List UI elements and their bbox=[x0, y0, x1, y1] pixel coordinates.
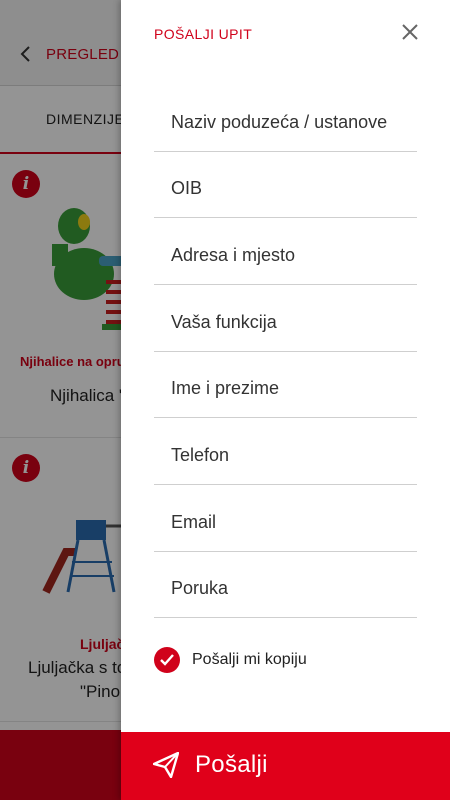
drawer-title: POŠALJI UPIT bbox=[154, 26, 253, 42]
full-name-field[interactable]: Ime i prezime bbox=[154, 352, 417, 418]
field-placeholder: Poruka bbox=[171, 578, 229, 598]
check-icon bbox=[160, 654, 174, 666]
oib-field[interactable]: OIB bbox=[154, 152, 417, 218]
address-field[interactable]: Adresa i mjesto bbox=[154, 219, 417, 285]
field-placeholder: OIB bbox=[171, 178, 203, 198]
paper-plane-icon bbox=[153, 752, 179, 778]
inquiry-drawer: POŠALJI UPIT Naziv poduzeća / ustanove O… bbox=[121, 0, 450, 800]
field-placeholder: Email bbox=[171, 512, 217, 532]
company-name-field[interactable]: Naziv poduzeća / ustanove bbox=[154, 86, 417, 152]
send-copy-checkbox-row[interactable]: Pošalji mi kopiju bbox=[154, 647, 307, 673]
email-field[interactable]: Email bbox=[154, 486, 417, 552]
send-button[interactable]: Pošalji bbox=[121, 732, 450, 800]
field-placeholder: Naziv poduzeća / ustanove bbox=[171, 112, 388, 132]
send-button-label: Pošalji bbox=[195, 751, 268, 778]
field-placeholder: Ime i prezime bbox=[171, 378, 280, 398]
close-icon[interactable] bbox=[400, 22, 420, 42]
send-copy-checkbox[interactable] bbox=[154, 647, 180, 673]
send-copy-label: Pošalji mi kopiju bbox=[192, 651, 307, 668]
field-placeholder: Adresa i mjesto bbox=[171, 245, 296, 265]
function-field[interactable]: Vaša funkcija bbox=[154, 286, 417, 352]
field-placeholder: Telefon bbox=[171, 445, 230, 465]
field-placeholder: Vaša funkcija bbox=[171, 312, 277, 332]
phone-field[interactable]: Telefon bbox=[154, 419, 417, 485]
message-field[interactable]: Poruka bbox=[154, 552, 417, 618]
